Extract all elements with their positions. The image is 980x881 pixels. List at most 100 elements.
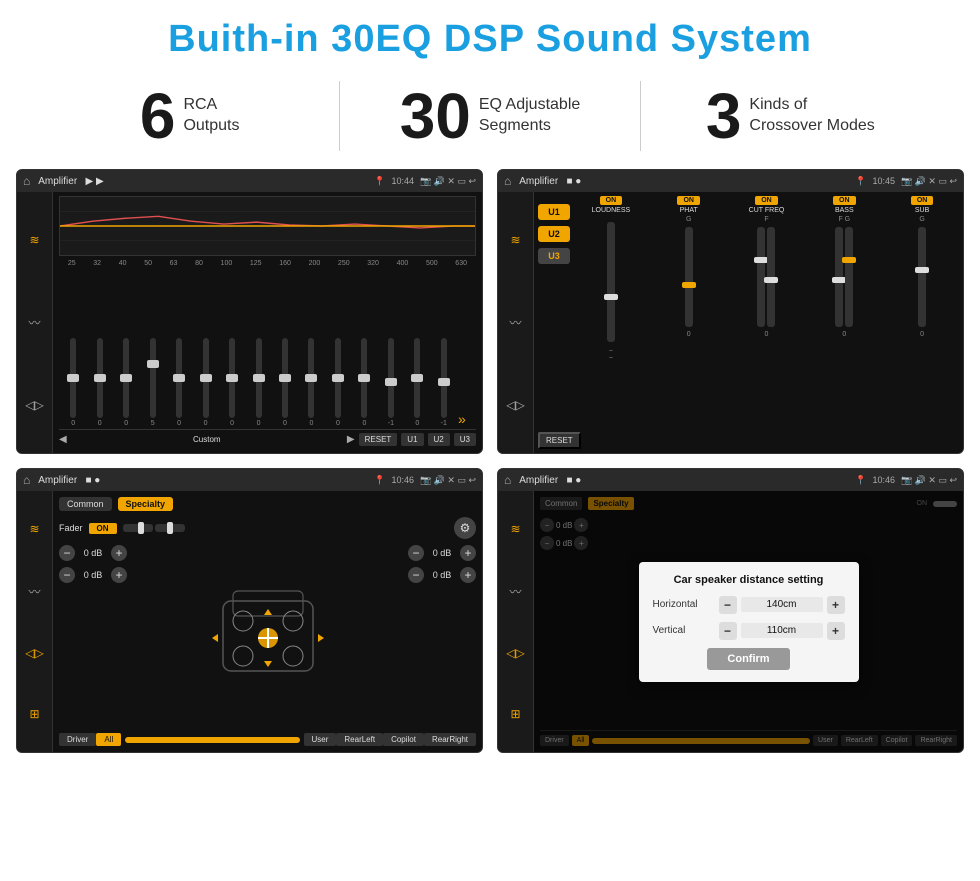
screen1-topbar: ⌂ Amplifier ▶ ▶ 📍 10:44 📷 🔊 ✕ ▭ ↩ xyxy=(17,170,482,192)
dialog-overlay: Car speaker distance setting Horizontal … xyxy=(534,491,963,752)
amp-control-cutfreq: ON CUT FREQ F 0 xyxy=(730,196,804,424)
dialog-box: Car speaker distance setting Horizontal … xyxy=(639,562,859,682)
screen1-sidebar: ≋ 〰 ◁▷ xyxy=(17,192,53,453)
screen3-sidebar: ≋ 〰 ◁▷ ⊞ xyxy=(17,491,53,752)
screen-amp: ⌂ Amplifier ■ ● 📍 10:45 📷 🔊 ✕ ▭ ↩ ≋ 〰 ◁▷… xyxy=(497,169,964,454)
stat-divider-2 xyxy=(640,81,641,151)
vol-plus-fr[interactable]: + xyxy=(460,545,476,561)
stat-label-eq: EQ AdjustableSegments xyxy=(479,95,580,137)
screen4-home-icon[interactable]: ⌂ xyxy=(504,473,511,487)
screen3-topbar: ⌂ Amplifier ■ ● 📍 10:46 📷 🔊 ✕ ▭ ↩ xyxy=(17,469,482,491)
eq-prev-btn[interactable]: ◀ xyxy=(59,434,67,445)
stat-divider-1 xyxy=(339,81,340,151)
btn-driver[interactable]: Driver xyxy=(59,733,96,746)
vol-plus-rr[interactable]: + xyxy=(460,567,476,583)
fader-label: Fader xyxy=(59,523,83,533)
screen2-title: Amplifier ■ ● xyxy=(519,176,851,187)
eq-u2-btn[interactable]: U2 xyxy=(428,433,450,446)
dialog-field-vertical: Vertical − 110cm + xyxy=(653,622,845,640)
vol-minus-fr[interactable]: − xyxy=(408,545,424,561)
car-diagram xyxy=(133,545,402,727)
dialog-stepper-vertical: − 110cm + xyxy=(719,622,845,640)
amp-reset-btn[interactable]: RESET xyxy=(538,432,581,449)
screen2-sidebar: ≋ 〰 ◁▷ xyxy=(498,192,534,453)
screen1-main: 253240506380100125160200250320400500630 … xyxy=(53,192,482,453)
btn-copilot[interactable]: Copilot xyxy=(383,733,424,746)
screen3-title: Amplifier ■ ● xyxy=(38,475,370,486)
dialog-icon-expand[interactable]: ⊞ xyxy=(510,707,520,721)
screen2-home-icon[interactable]: ⌂ xyxy=(504,174,511,188)
eq-freq-labels: 253240506380100125160200250320400500630 xyxy=(59,260,476,267)
dialog-confirm-button[interactable]: Confirm xyxy=(707,648,789,670)
dialog-plus-vertical[interactable]: + xyxy=(827,622,845,640)
screen4-sidebar: ≋ 〰 ◁▷ ⊞ xyxy=(498,491,534,752)
vol-minus-rl[interactable]: − xyxy=(59,567,75,583)
fader-icon-eq[interactable]: ≋ xyxy=(29,522,39,536)
dialog-title: Car speaker distance setting xyxy=(653,574,845,586)
stat-item-eq: 30 EQ AdjustableSegments xyxy=(360,84,619,148)
amp-icon-wave[interactable]: 〰 xyxy=(509,314,521,331)
fader-tab-common[interactable]: Common xyxy=(59,497,112,511)
eq-sliders: 0 0 0 5 0 0 0 0 0 0 0 0 -1 0 -1 » xyxy=(59,271,476,427)
dialog-minus-horizontal[interactable]: − xyxy=(719,596,737,614)
screen1-topbar-icons: 📍 10:44 📷 🔊 ✕ ▭ ↩ xyxy=(374,176,476,187)
stats-row: 6 RCAOutputs 30 EQ AdjustableSegments 3 … xyxy=(0,71,980,165)
fader-settings-icon[interactable]: ⚙ xyxy=(454,517,476,539)
screen3-home-icon[interactable]: ⌂ xyxy=(23,473,30,487)
fader-icon-wave[interactable]: 〰 xyxy=(28,583,40,600)
vol-plus-rl[interactable]: + xyxy=(111,567,127,583)
screen4-title: Amplifier ■ ● xyxy=(519,475,851,486)
screen-dialog: ⌂ Amplifier ■ ● 📍 10:46 📷 🔊 ✕ ▭ ↩ ≋ 〰 ◁▷… xyxy=(497,468,964,753)
eq-icon-equalizer[interactable]: ≋ xyxy=(29,233,39,247)
eq-graph xyxy=(59,196,476,256)
stat-number-30: 30 xyxy=(400,84,471,148)
main-title: Buith-in 30EQ DSP Sound System xyxy=(0,0,980,71)
dialog-plus-horizontal[interactable]: + xyxy=(827,596,845,614)
eq-icon-wave[interactable]: 〰 xyxy=(28,314,40,331)
amp-icon-volume[interactable]: ◁▷ xyxy=(506,398,524,412)
screen1-home-icon[interactable]: ⌂ xyxy=(23,174,30,188)
amp-control-bass: ON BASS F G 0 xyxy=(807,196,881,424)
stat-label-rca: RCAOutputs xyxy=(183,95,239,137)
dialog-label-horizontal: Horizontal xyxy=(653,599,713,610)
screen4-topbar-icons: 📍 10:46 📷 🔊 ✕ ▭ ↩ xyxy=(855,475,957,486)
screen4-topbar: ⌂ Amplifier ■ ● 📍 10:46 📷 🔊 ✕ ▭ ↩ xyxy=(498,469,963,491)
btn-rearleft[interactable]: RearLeft xyxy=(336,733,383,746)
fader-icon-expand[interactable]: ⊞ xyxy=(29,707,39,721)
btn-all[interactable]: All xyxy=(96,733,121,746)
stat-number-3: 3 xyxy=(706,84,742,148)
eq-reset-btn[interactable]: RESET xyxy=(359,433,398,446)
dialog-value-horizontal: 140cm xyxy=(741,597,823,612)
screen-fader: ⌂ Amplifier ■ ● 📍 10:46 📷 🔊 ✕ ▭ ↩ ≋ 〰 ◁▷… xyxy=(16,468,483,753)
vol-plus-fl[interactable]: + xyxy=(111,545,127,561)
eq-next-btn[interactable]: ▶ xyxy=(347,434,355,445)
dialog-icon-vol[interactable]: ◁▷ xyxy=(506,646,524,660)
screen3-main: Common Specialty Fader ON ⚙ xyxy=(53,491,482,752)
screen2-main: U1 U2 U3 ON LOUDNESS ~ xyxy=(534,192,963,453)
fader-on-btn[interactable]: ON xyxy=(89,523,117,534)
screens-grid: ⌂ Amplifier ▶ ▶ 📍 10:44 📷 🔊 ✕ ▭ ↩ ≋ 〰 ◁▷ xyxy=(0,165,980,763)
fader-icon-vol[interactable]: ◁▷ xyxy=(25,646,43,660)
screen1-title: Amplifier ▶ ▶ xyxy=(38,176,370,187)
eq-preset-label: Custom xyxy=(71,435,343,444)
amp-preset-u2[interactable]: U2 xyxy=(538,226,570,242)
screen3-bottom-btns: Driver All User RearLeft Copilot RearRig… xyxy=(59,733,476,746)
amp-icon-eq[interactable]: ≋ xyxy=(510,233,520,247)
vol-minus-rr[interactable]: − xyxy=(408,567,424,583)
dialog-icon-eq[interactable]: ≋ xyxy=(510,522,520,536)
dialog-icon-wave[interactable]: 〰 xyxy=(509,583,521,600)
screen2-topbar: ⌂ Amplifier ■ ● 📍 10:45 📷 🔊 ✕ ▭ ↩ xyxy=(498,170,963,192)
screen3-topbar-icons: 📍 10:46 📷 🔊 ✕ ▭ ↩ xyxy=(374,475,476,486)
btn-user[interactable]: User xyxy=(304,733,337,746)
eq-u3-btn[interactable]: U3 xyxy=(454,433,476,446)
fader-tab-specialty[interactable]: Specialty xyxy=(118,497,174,511)
screen3-left-volumes: − 0 dB + − 0 dB + xyxy=(59,545,127,727)
amp-preset-u1[interactable]: U1 xyxy=(538,204,570,220)
stat-item-crossover: 3 Kinds ofCrossover Modes xyxy=(661,84,920,148)
vol-minus-fl[interactable]: − xyxy=(59,545,75,561)
amp-preset-u3[interactable]: U3 xyxy=(538,248,570,264)
eq-icon-volume[interactable]: ◁▷ xyxy=(25,398,43,412)
btn-rearright[interactable]: RearRight xyxy=(424,733,476,746)
dialog-minus-vertical[interactable]: − xyxy=(719,622,737,640)
eq-u1-btn[interactable]: U1 xyxy=(401,433,423,446)
